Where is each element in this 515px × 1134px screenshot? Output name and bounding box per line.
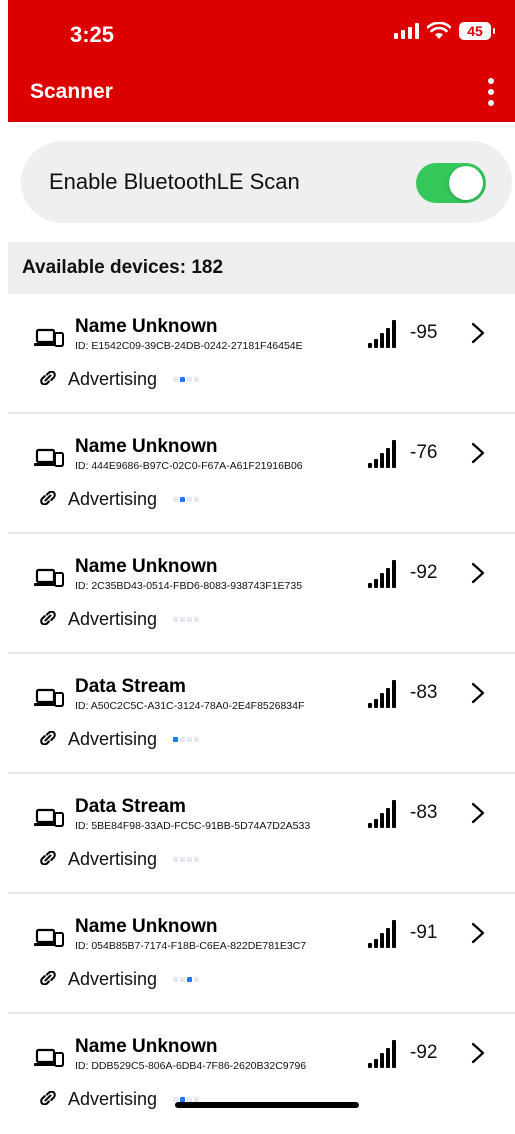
cellular-signal-icon: [394, 23, 419, 39]
advertising-status: Advertising: [68, 489, 158, 509]
device-icon: [34, 688, 64, 707]
advertising-status: Advertising: [68, 849, 158, 869]
activity-indicator: [173, 377, 199, 382]
device-name: Name Unknown: [75, 916, 218, 937]
home-indicator: [175, 1102, 359, 1108]
chevron-right-icon[interactable]: [470, 562, 486, 584]
status-bar: 3:25 45: [8, 0, 515, 60]
rssi-value: -95: [410, 322, 438, 343]
signal-strength-icon: [368, 320, 396, 348]
activity-indicator: [173, 737, 199, 742]
device-row[interactable]: Name Unknown ID: 2C35BD43-0514-FBD6-8083…: [8, 534, 515, 654]
device-icon: [34, 568, 64, 587]
signal-strength-icon: [368, 440, 396, 468]
rssi-value: -83: [410, 802, 438, 823]
device-row[interactable]: Name Unknown ID: 444E9686-B97C-02C0-F67A…: [8, 414, 515, 534]
device-name: Data Stream: [75, 676, 186, 697]
signal-strength-icon: [368, 680, 396, 708]
device-id: ID: 444E9686-B97C-02C0-F67A-A61F21916B06: [75, 460, 303, 472]
activity-indicator: [173, 977, 199, 982]
link-icon: [40, 611, 56, 625]
chevron-right-icon[interactable]: [470, 1042, 486, 1064]
device-row[interactable]: Data Stream ID: 5BE84F98-33AD-FC5C-91BB-…: [8, 774, 515, 894]
link-icon: [40, 491, 56, 505]
device-id: ID: 2C35BD43-0514-FBD6-8083-938743F1E735: [75, 580, 303, 592]
device-id: ID: 054B85B7-7174-F18B-C6EA-822DE781E3C7: [75, 940, 307, 952]
rssi-value: -92: [410, 562, 438, 583]
battery-level: 45: [467, 23, 483, 39]
link-icon: [40, 1091, 56, 1105]
device-id: ID: E1542C09-39CB-24DB-0242-27181F46454E: [75, 340, 303, 352]
chevron-right-icon[interactable]: [470, 682, 486, 704]
activity-indicator: [173, 857, 199, 862]
rssi-value: -91: [410, 922, 438, 943]
page-title: Scanner: [30, 80, 113, 103]
link-icon: [40, 371, 56, 385]
advertising-status: Advertising: [68, 729, 158, 749]
scan-toggle-switch[interactable]: [416, 163, 486, 203]
device-row[interactable]: Name Unknown ID: DDB529C5-806A-6DB4-7F86…: [8, 1014, 515, 1134]
device-icon: [34, 328, 64, 347]
toggle-knob: [449, 166, 483, 200]
signal-strength-icon: [368, 920, 396, 948]
chevron-right-icon[interactable]: [470, 322, 486, 344]
device-icon: [34, 808, 64, 827]
link-icon: [40, 851, 56, 865]
device-name: Name Unknown: [75, 316, 218, 337]
advertising-status: Advertising: [68, 369, 158, 389]
available-devices-count: Available devices: 182: [22, 257, 224, 278]
scan-toggle-card: Enable BluetoothLE Scan: [21, 141, 512, 223]
advertising-status: Advertising: [68, 969, 158, 989]
link-icon: [40, 971, 56, 985]
rssi-value: -83: [410, 682, 438, 703]
device-name: Name Unknown: [75, 556, 218, 577]
advertising-status: Advertising: [68, 609, 158, 629]
device-id: ID: A50C2C5C-A31C-3124-78A0-2E4F8526834F: [75, 700, 305, 712]
advertising-status: Advertising: [68, 1089, 158, 1109]
status-icons: 45: [394, 22, 495, 40]
device-row[interactable]: Name Unknown ID: 054B85B7-7174-F18B-C6EA…: [8, 894, 515, 1014]
device-row[interactable]: Data Stream ID: A50C2C5C-A31C-3124-78A0-…: [8, 654, 515, 774]
device-icon: [34, 1048, 64, 1067]
wifi-icon: [427, 22, 451, 39]
signal-strength-icon: [368, 800, 396, 828]
chevron-right-icon[interactable]: [470, 922, 486, 944]
device-id: ID: DDB529C5-806A-6DB4-7F86-2620B32C9796: [75, 1060, 307, 1072]
scan-toggle-label: Enable BluetoothLE Scan: [49, 169, 300, 194]
chevron-right-icon[interactable]: [470, 802, 486, 824]
more-options-icon[interactable]: [485, 78, 497, 106]
signal-strength-icon: [368, 560, 396, 588]
device-name: Data Stream: [75, 796, 186, 817]
link-icon: [40, 731, 56, 745]
device-name: Name Unknown: [75, 1036, 218, 1057]
chevron-right-icon[interactable]: [470, 442, 486, 464]
device-icon: [34, 448, 64, 467]
status-time: 3:25: [70, 22, 115, 47]
device-row[interactable]: Name Unknown ID: E1542C09-39CB-24DB-0242…: [8, 294, 515, 414]
device-list: Name Unknown ID: E1542C09-39CB-24DB-0242…: [8, 294, 515, 1134]
activity-indicator: [173, 497, 199, 502]
device-id: ID: 5BE84F98-33AD-FC5C-91BB-5D74A7D2A533: [75, 820, 311, 832]
device-name: Name Unknown: [75, 436, 218, 457]
app-header: Scanner: [8, 60, 515, 122]
rssi-value: -92: [410, 1042, 438, 1063]
signal-strength-icon: [368, 1040, 396, 1068]
device-icon: [34, 928, 64, 947]
battery-icon: 45: [459, 22, 495, 40]
activity-indicator: [173, 617, 199, 622]
devices-section-header: Available devices: 182: [8, 242, 515, 294]
rssi-value: -76: [410, 442, 438, 463]
